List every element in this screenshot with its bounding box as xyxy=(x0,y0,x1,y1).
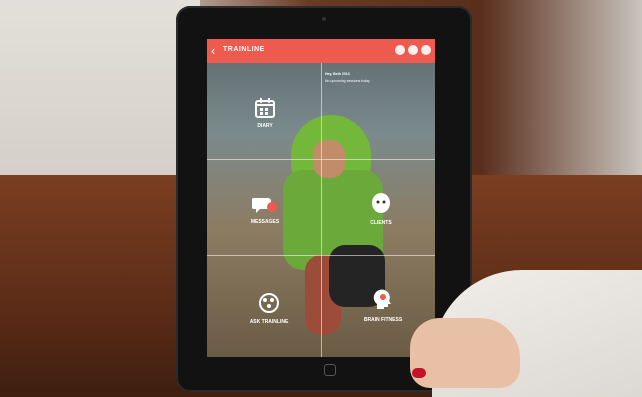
tile-label: DIARY xyxy=(257,123,273,129)
info-icon[interactable] xyxy=(421,45,431,55)
tile-clients[interactable]: CLIENTS xyxy=(359,192,403,226)
tablet-home-button[interactable] xyxy=(324,364,336,376)
grid-divider-2 xyxy=(207,255,435,256)
tile-messages[interactable]: MESSAGES xyxy=(241,195,289,225)
calendar-icon xyxy=(255,98,275,118)
back-icon[interactable]: ‹ xyxy=(211,43,215,58)
fingernail xyxy=(412,368,426,378)
greeting-text: Hey, Beth 2013 xyxy=(325,72,350,76)
tile-label: MESSAGES xyxy=(250,219,280,225)
grid-divider-vertical xyxy=(321,63,322,357)
tile-brain-fitness[interactable]: BRAIN FITNESS xyxy=(357,289,409,323)
tile-diary[interactable]: DIARY xyxy=(245,97,285,129)
app-logo: TRAINLINE xyxy=(223,46,265,53)
gear-icon[interactable] xyxy=(395,45,405,55)
sessions-text: No upcoming sessions today xyxy=(325,79,370,83)
client-face-icon xyxy=(372,193,390,213)
hand xyxy=(410,318,520,388)
tile-label: CLIENTS xyxy=(370,220,392,226)
head-brain-icon xyxy=(373,289,391,309)
chat-bubbles-icon xyxy=(252,198,277,213)
tile-label: BRAIN FITNESS xyxy=(363,317,403,323)
tablet-camera xyxy=(322,17,326,21)
tile-label: ASK TRAINLINE xyxy=(249,319,289,325)
grid-divider-1 xyxy=(207,159,435,160)
app-header: ‹ TRAINLINE xyxy=(207,39,435,63)
tile-ask-trainline[interactable]: ASK TRAINLINE xyxy=(243,291,295,325)
home-icon[interactable] xyxy=(408,45,418,55)
app-screen: ‹ TRAINLINE Hey, Beth 2013 No upcoming s… xyxy=(207,39,435,357)
brain-icon xyxy=(259,293,279,313)
